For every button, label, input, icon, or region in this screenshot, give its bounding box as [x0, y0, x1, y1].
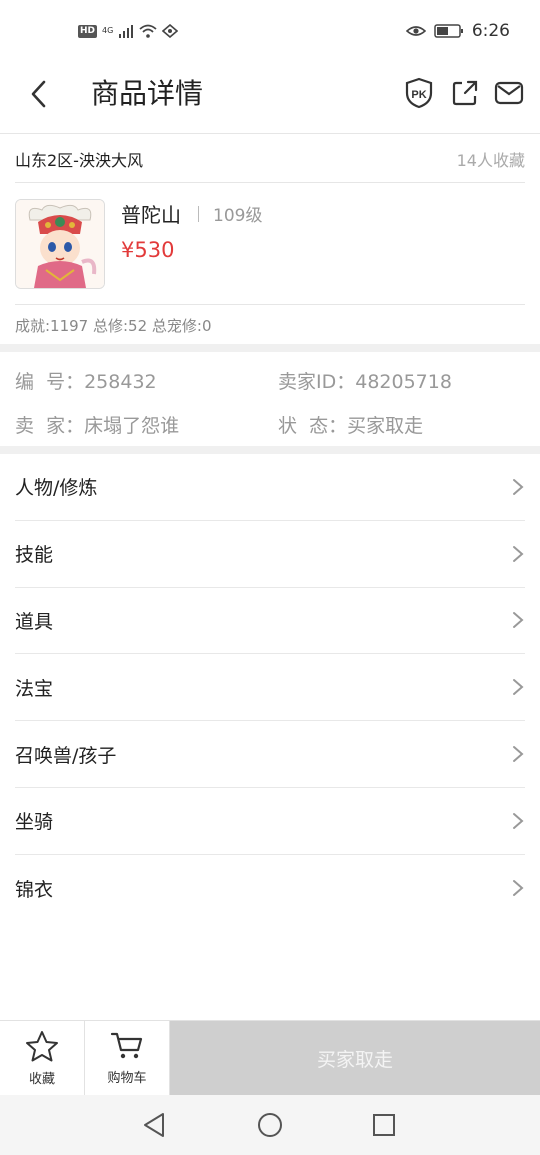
status-right: 6:26 [405, 20, 510, 42]
server-name: 山东2区-泱泱大风 [15, 151, 143, 170]
server-row: 山东2区-泱泱大风 14人收藏 [15, 136, 525, 183]
bottom-action-bar: 收藏 购物车 买家取走 [0, 1020, 540, 1096]
chevron-right-icon [513, 880, 524, 897]
menu-item-label: 人物/修炼 [15, 477, 98, 500]
seller-id-value: 48205718 [355, 371, 452, 393]
back-button[interactable] [22, 76, 58, 112]
circle-home-icon [258, 1113, 282, 1137]
section-gap [0, 446, 540, 454]
status: 状 态：买家取走 [278, 412, 423, 440]
clock: 6:26 [471, 21, 510, 41]
menu-item-mounts[interactable]: 坐骑 [15, 788, 525, 855]
buyer-collected-button[interactable]: 买家取走 [170, 1021, 540, 1095]
data-saver-icon [162, 24, 179, 38]
character-avatar[interactable] [15, 199, 105, 289]
pk-icon: PK [405, 77, 433, 109]
goods-summary: 普陀山 109级 ¥530 [15, 184, 525, 305]
stats-row: 成就:1197 总修:52 总宠修:0 [15, 306, 525, 344]
price: ¥530 [121, 238, 175, 262]
wifi-icon [139, 24, 157, 38]
seller: 卖 家：床塌了怨谁 [15, 412, 179, 440]
menu-item-items[interactable]: 道具 [15, 588, 525, 655]
seller-id: 卖家ID：48205718 [278, 368, 452, 396]
battery-icon [434, 24, 463, 38]
section-gap [0, 344, 540, 352]
nav-bar: 商品详情 PK [0, 62, 540, 134]
menu-item-treasures[interactable]: 法宝 [15, 654, 525, 722]
system-back-button[interactable] [136, 1107, 172, 1143]
page-title: 商品详情 [91, 77, 204, 110]
menu-item-outfits[interactable]: 锦衣 [15, 855, 525, 922]
info-block: 编 号：258432 卖家ID：48205718 卖 家：床塌了怨谁 状 态：买… [0, 352, 540, 446]
back-icon [31, 80, 46, 108]
status-bar: HD 4G 6:26 [0, 0, 540, 62]
cart-button[interactable]: 购物车 [85, 1021, 170, 1096]
menu-item-label: 法宝 [15, 677, 54, 700]
network-type: 4G [102, 26, 114, 35]
eye-comfort-icon [405, 26, 426, 36]
cart-label: 购物车 [107, 1071, 147, 1086]
mail-icon [494, 81, 524, 105]
menu-item-label: 坐骑 [15, 811, 54, 834]
seller-value: 床塌了怨谁 [84, 415, 180, 437]
favorite-label: 收藏 [28, 1072, 55, 1087]
favorite-count: 14人收藏 [456, 151, 525, 170]
character-portrait [16, 200, 104, 288]
favorite-button[interactable]: 收藏 [0, 1021, 85, 1096]
chevron-right-icon [513, 812, 524, 829]
system-home-button[interactable] [252, 1107, 288, 1143]
share-button[interactable] [450, 76, 480, 110]
chevron-right-icon [513, 478, 524, 495]
share-icon [452, 80, 478, 106]
menu-item-character[interactable]: 人物/修炼 [15, 454, 525, 521]
menu-item-label: 锦衣 [15, 878, 54, 901]
cart-icon [110, 1032, 143, 1059]
character-school: 普陀山 [121, 203, 181, 227]
menu-item-label: 道具 [15, 610, 54, 633]
signal-icon [119, 25, 134, 38]
triangle-back-icon [144, 1113, 164, 1137]
star-icon [26, 1031, 58, 1062]
system-recents-button[interactable] [366, 1107, 402, 1143]
chevron-right-icon [513, 612, 524, 629]
character-level: 109级 [213, 206, 263, 226]
chevron-right-icon [513, 679, 524, 696]
seller-label: 卖 家： [15, 415, 85, 437]
goods-id-value: 258432 [84, 371, 157, 393]
chevron-right-icon [513, 746, 524, 763]
status-value: 买家取走 [347, 415, 424, 437]
goods-id-label: 编 号： [15, 371, 85, 393]
menu-item-label: 召唤兽/孩子 [15, 744, 117, 767]
menu-item-pets[interactable]: 召唤兽/孩子 [15, 721, 525, 788]
pk-button[interactable]: PK [404, 76, 434, 110]
status-left: HD 4G [78, 20, 179, 42]
detail-menu: 人物/修炼 技能 道具 法宝 召唤兽/孩子 坐骑 锦衣 [0, 454, 540, 922]
status-label: 状 态： [278, 415, 348, 437]
message-button[interactable] [494, 76, 524, 110]
system-nav-bar [0, 1095, 540, 1155]
svg-text:PK: PK [411, 89, 426, 101]
hd-badge: HD [78, 24, 98, 38]
menu-item-skills[interactable]: 技能 [15, 521, 525, 588]
goods-id: 编 号：258432 [15, 368, 157, 396]
menu-item-label: 技能 [15, 544, 54, 567]
chevron-right-icon [513, 545, 524, 562]
character-stats: 成就:1197 总修:52 总宠修:0 [15, 316, 212, 335]
seller-id-label: 卖家ID： [278, 371, 356, 393]
divider [198, 206, 199, 222]
square-recents-icon [373, 1114, 395, 1136]
